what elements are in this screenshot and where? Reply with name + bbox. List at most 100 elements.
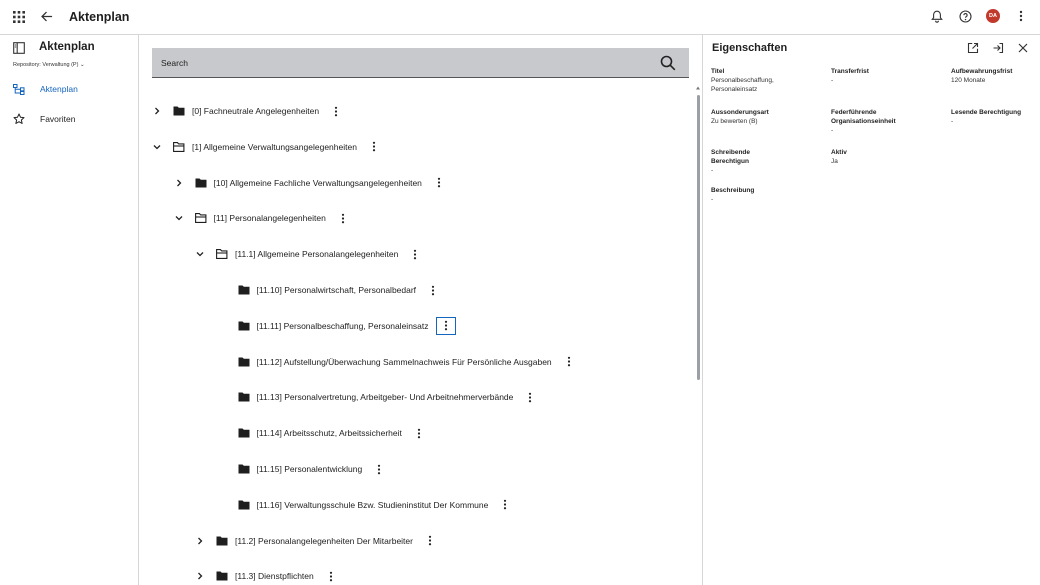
tree-row[interactable]: [10] Allgemeine Fachliche Verwaltungsang… [175, 174, 446, 192]
tree-row-label[interactable]: [11.13] Personalvertretung, Arbeitgeber-… [257, 392, 514, 402]
arrow-back-icon[interactable] [40, 10, 53, 23]
panel-toggle-icon[interactable] [13, 42, 25, 54]
tree-row-label[interactable]: [11.15] Personalentwicklung [257, 464, 363, 474]
help-button[interactable] [958, 9, 972, 23]
row-more-button[interactable] [367, 139, 381, 155]
folder-icon [238, 357, 250, 367]
tree-row[interactable]: [11.2] Personalangelegenheiten Der Mitar… [196, 532, 437, 550]
tree-row[interactable]: [11.1] Allgemeine Personalangelegenheite… [196, 245, 422, 263]
tree-row-label[interactable]: [0] Fachneutrale Angelegenheiten [192, 106, 319, 116]
tree-row[interactable]: [11.15] Personalentwicklung [218, 460, 387, 478]
tree-row-label[interactable]: [11.16] Verwaltungsschule Bzw. Studienin… [257, 500, 489, 510]
tree-row[interactable]: [11] Personalangelegenheiten [175, 209, 350, 227]
tree-row-label[interactable]: [11.3] Dienstpflichten [235, 571, 314, 581]
folder-icon [238, 392, 250, 402]
property-federfuehrende-organisationseinheit: Federführende Organisationseinheit - [831, 109, 896, 134]
tree-row-label[interactable]: [11.1] Allgemeine Personalangelegenheite… [235, 249, 398, 259]
tree-row-label[interactable]: [1] Allgemeine Verwaltungsangelegenheite… [192, 142, 357, 152]
folder-icon [238, 500, 250, 510]
row-more-button[interactable] [336, 210, 350, 226]
property-beschreibung: Beschreibung - [711, 187, 755, 203]
close-icon[interactable] [1017, 42, 1029, 54]
sidebar: Aktenplan Repository: Verwaltung (P) ⌄ A… [0, 35, 139, 585]
property-aktiv: Aktiv Ja [831, 149, 847, 165]
tree-row[interactable]: [11.16] Verwaltungsschule Bzw. Studienin… [218, 496, 513, 514]
row-more-button[interactable] [562, 354, 576, 370]
folder-open-icon [216, 249, 228, 260]
tree-row-label[interactable]: [10] Allgemeine Fachliche Verwaltungsang… [214, 178, 422, 188]
open-external-icon[interactable] [967, 42, 979, 54]
tree-row-label[interactable]: [11.11] Personalbeschaffung, Personalein… [257, 321, 429, 331]
property-transferfrist: Transferfrist - [831, 68, 869, 84]
search-input[interactable]: Search [161, 58, 188, 68]
tree-row[interactable]: [11.14] Arbeitsschutz, Arbeitssicherheit [218, 424, 426, 442]
tree-row[interactable]: [0] Fachneutrale Angelegenheiten [153, 102, 343, 120]
hierarchy-icon [13, 83, 25, 95]
user-avatar[interactable]: DA [986, 9, 1000, 23]
row-more-button[interactable] [329, 103, 343, 119]
scrollbar[interactable] [695, 85, 701, 585]
search-icon[interactable] [660, 55, 676, 71]
folder-icon [216, 571, 228, 581]
row-more-button[interactable] [412, 425, 426, 441]
help-circle-icon [958, 9, 972, 23]
tree-row[interactable]: [1] Allgemeine Verwaltungsangelegenheite… [153, 138, 381, 156]
more-menu-button[interactable] [1014, 9, 1028, 23]
chevron-right-icon[interactable] [153, 107, 161, 115]
row-more-button[interactable] [426, 282, 440, 298]
row-more-button[interactable] [372, 461, 386, 477]
bell-icon [931, 10, 943, 23]
move-to-icon[interactable] [992, 42, 1004, 54]
sidebar-item-label: Favoriten [40, 114, 76, 124]
page-title: Aktenplan [69, 10, 130, 24]
properties-panel: Eigenschaften Titel Personalbeschaffung,… [702, 35, 1040, 585]
chevron-right-icon[interactable] [196, 537, 204, 545]
chevron-down-icon[interactable] [196, 250, 204, 258]
property-schreibende-berechtigung: Schreibende Berechtigun - [711, 149, 751, 174]
notifications-button[interactable] [930, 9, 944, 23]
sidebar-item-favoriten[interactable]: Favoriten [13, 113, 75, 125]
chevron-down-icon[interactable] [153, 143, 161, 151]
row-more-button[interactable] [423, 533, 437, 549]
chevron-right-icon[interactable] [175, 179, 183, 187]
scroll-up-icon[interactable] [695, 85, 701, 91]
tree-row[interactable]: [11.3] Dienstpflichten [196, 567, 338, 585]
folder-icon [238, 285, 250, 295]
row-more-button[interactable] [408, 246, 422, 262]
apps-grid-icon[interactable] [13, 11, 25, 23]
sidebar-item-label: Aktenplan [40, 84, 78, 94]
tree-row-label[interactable]: [11.14] Arbeitsschutz, Arbeitssicherheit [257, 428, 402, 438]
search-bar[interactable]: Search [152, 48, 689, 78]
row-more-button[interactable] [432, 175, 446, 191]
more-vertical-icon [1019, 10, 1023, 22]
row-more-button[interactable] [498, 497, 512, 513]
row-more-button[interactable] [523, 389, 537, 405]
tree-row[interactable]: [11.11] Personalbeschaffung, Personalein… [218, 316, 456, 335]
sidebar-item-aktenplan[interactable]: Aktenplan [13, 83, 78, 95]
folder-icon [238, 428, 250, 438]
tree-view: Search [0] Fachneutrale Angelegenheiten [… [139, 35, 702, 585]
repository-selector[interactable]: Repository: Verwaltung (P) ⌄ [13, 62, 85, 68]
folder-icon [195, 178, 207, 188]
tree-row-label[interactable]: [11] Personalangelegenheiten [214, 213, 326, 223]
tree-row[interactable]: [11.12] Aufstellung/Überwachung Sammelna… [218, 353, 576, 371]
properties-title: Eigenschaften [712, 42, 788, 54]
tree-row[interactable]: [11.10] Personalwirtschaft, Personalbeda… [218, 281, 441, 299]
tree-row-label[interactable]: [11.2] Personalangelegenheiten Der Mitar… [235, 536, 413, 546]
chevron-right-icon[interactable] [196, 572, 204, 580]
folder-icon [173, 106, 185, 116]
tree-row-label[interactable]: [11.12] Aufstellung/Überwachung Sammelna… [257, 357, 552, 367]
row-more-button[interactable] [324, 568, 338, 584]
scrollbar-thumb[interactable] [696, 95, 700, 380]
row-more-button[interactable] [435, 316, 456, 335]
folder-icon [216, 536, 228, 546]
tree-row-label[interactable]: [11.10] Personalwirtschaft, Personalbeda… [257, 285, 417, 295]
chevron-down-icon[interactable] [175, 214, 183, 222]
app-name: Aktenplan [39, 41, 95, 53]
tree-row[interactable]: [11.13] Personalvertretung, Arbeitgeber-… [218, 388, 538, 406]
property-titel: Titel Personalbeschaffung, Personaleinsa… [711, 68, 774, 93]
